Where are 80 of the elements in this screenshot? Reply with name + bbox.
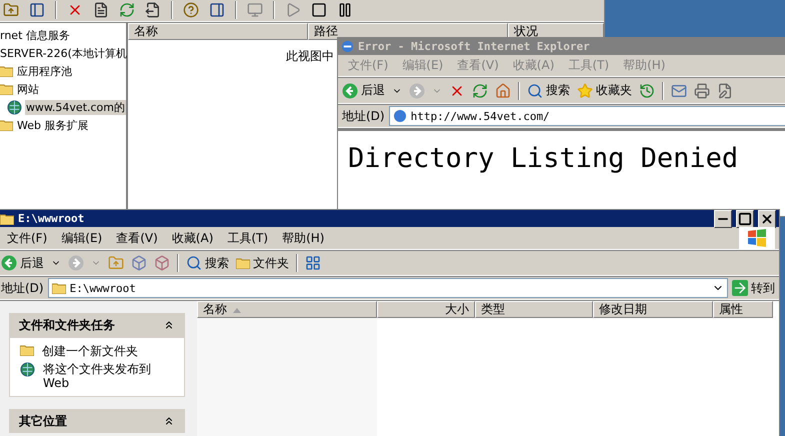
- tree-item[interactable]: rnet 信息服务: [0, 28, 71, 42]
- folder-icon: [0, 83, 13, 95]
- go-button[interactable]: 转到: [732, 280, 775, 296]
- globe-icon: [20, 362, 35, 377]
- column-header[interactable]: 名称: [197, 301, 377, 318]
- properties-icon[interactable]: [93, 2, 109, 18]
- maximize-button[interactable]: [736, 210, 754, 228]
- column-header[interactable]: 属性: [713, 301, 773, 318]
- menu-item[interactable]: 收藏(A): [166, 230, 220, 246]
- tree-item[interactable]: www.54vet.com的: [24, 100, 126, 114]
- collapse-icon[interactable]: [163, 319, 175, 331]
- windows-logo-icon: [747, 229, 767, 247]
- panel-icon[interactable]: [209, 2, 225, 18]
- address-field[interactable]: E:\wwwroot: [48, 278, 728, 298]
- views-icon[interactable]: [305, 255, 321, 271]
- menu-item[interactable]: 编辑(E): [55, 230, 108, 246]
- tree-item[interactable]: 应用程序池: [16, 64, 73, 78]
- folder-icon: [236, 257, 250, 269]
- folder-icon: [52, 282, 66, 294]
- help-icon[interactable]: [183, 2, 199, 18]
- edit-icon[interactable]: [717, 82, 733, 98]
- panel-title: 文件和文件夹任务: [19, 316, 115, 334]
- back-button[interactable]: 后退: [342, 82, 385, 99]
- print-icon[interactable]: [694, 82, 710, 98]
- window-title: Error - Microsoft Internet Explorer: [358, 40, 590, 53]
- forward-icon[interactable]: [409, 82, 425, 98]
- tree-item[interactable]: SERVER-226(本地计算机: [0, 46, 128, 60]
- stop-icon[interactable]: [311, 2, 327, 18]
- back-icon[interactable]: [342, 82, 358, 98]
- export-icon[interactable]: [145, 2, 161, 18]
- menu-item[interactable]: 帮助(H): [276, 230, 330, 246]
- menu-item[interactable]: 查看(V): [110, 230, 164, 246]
- address-label: 地址(D): [1, 280, 44, 296]
- column-header[interactable]: 大小: [377, 301, 475, 318]
- folder-up-icon[interactable]: [3, 2, 19, 18]
- tree-item[interactable]: 网站: [16, 82, 40, 96]
- folder-icon: [0, 212, 14, 224]
- folder-icon: [0, 119, 13, 131]
- search-button[interactable]: 搜索: [186, 254, 229, 272]
- column-header[interactable]: 修改日期: [593, 301, 713, 318]
- column-header[interactable]: 类型: [475, 301, 593, 318]
- menu-item[interactable]: 文件(F): [1, 230, 54, 246]
- panel-title: 其它位置: [19, 412, 67, 430]
- close-button[interactable]: [758, 210, 776, 228]
- search-icon: [527, 82, 543, 98]
- folders-button[interactable]: 文件夹: [236, 254, 289, 272]
- back-button[interactable]: 后退: [1, 254, 44, 272]
- refresh-icon[interactable]: [472, 82, 488, 98]
- play-icon[interactable]: [285, 2, 301, 18]
- window-title: E:\wwwroot: [18, 212, 84, 225]
- sort-arrow-icon: [233, 306, 241, 312]
- pause-icon[interactable]: [337, 2, 353, 18]
- task-link[interactable]: 创建一个新文件夹: [42, 344, 172, 358]
- home-icon[interactable]: [495, 82, 511, 98]
- task-link[interactable]: 将这个文件夹发布到 Web: [43, 362, 173, 390]
- history-icon[interactable]: [639, 82, 655, 98]
- search-icon: [186, 255, 202, 271]
- refresh-icon[interactable]: [119, 2, 135, 18]
- address-field[interactable]: http://www.54vet.com/: [388, 106, 785, 126]
- empty-message: 此视图中: [286, 49, 334, 63]
- back-icon[interactable]: [1, 255, 17, 271]
- panel-icon[interactable]: [29, 2, 45, 18]
- box-icon[interactable]: [154, 255, 170, 271]
- favorites-button[interactable]: 收藏夹: [577, 82, 632, 99]
- page-heading: Directory Listing Denied: [348, 143, 738, 174]
- new-folder-icon: [20, 344, 34, 356]
- computer-icon[interactable]: [247, 2, 263, 18]
- folder-icon: [0, 65, 13, 77]
- search-button[interactable]: 搜索: [527, 82, 570, 99]
- mail-icon[interactable]: [671, 82, 687, 98]
- box-icon[interactable]: [131, 255, 147, 271]
- column-header[interactable]: 名称: [128, 23, 308, 40]
- forward-icon[interactable]: [68, 255, 84, 271]
- star-icon: [577, 82, 593, 98]
- address-label: 地址(D): [342, 108, 385, 124]
- collapse-icon[interactable]: [163, 415, 175, 427]
- minimize-button[interactable]: [714, 210, 732, 228]
- globe-icon: [7, 100, 22, 114]
- menu-item[interactable]: 工具(T): [221, 230, 274, 246]
- tree-item[interactable]: Web 服务扩展: [16, 118, 90, 132]
